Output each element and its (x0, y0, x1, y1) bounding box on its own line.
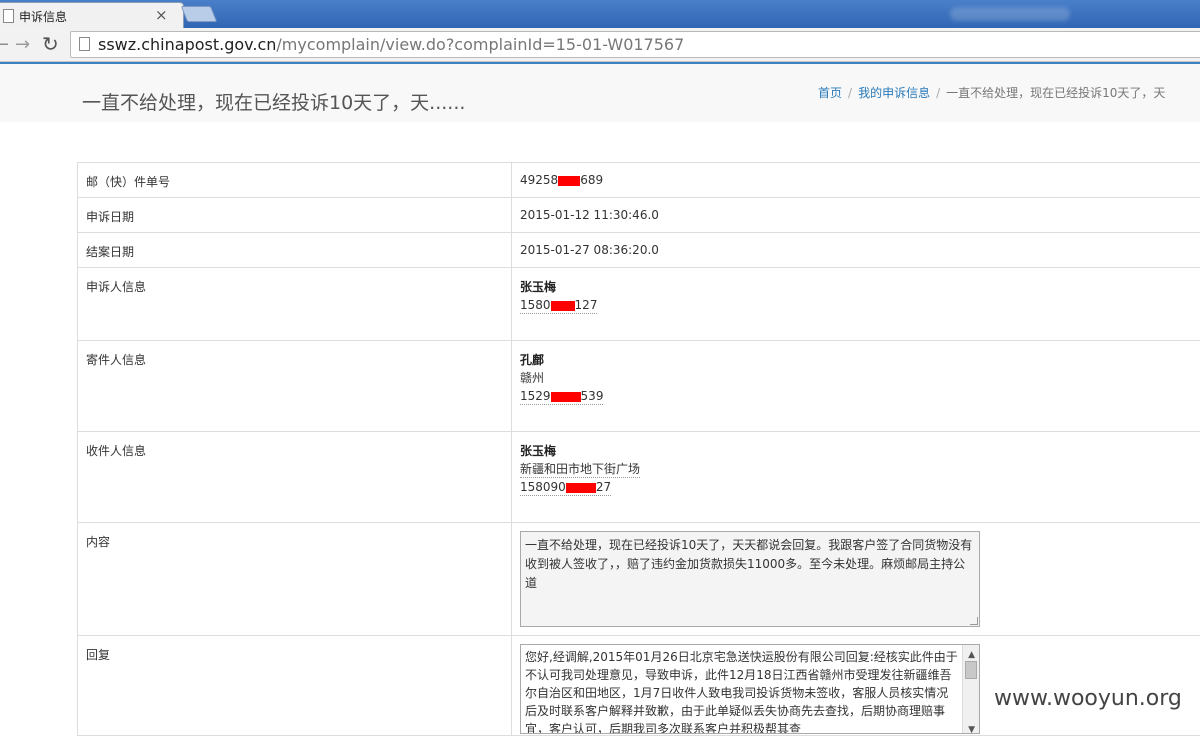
reply-text: 您好,经调解,2015年01月26日北京宅急送快运股份有限公司回复:经核实此件由… (525, 650, 958, 734)
breadcrumb-my-complaints-link[interactable]: 我的申诉信息 (858, 86, 930, 100)
resize-grip-icon[interactable] (970, 617, 978, 625)
sender-city: 赣州 (520, 369, 1200, 387)
redaction-mark (551, 392, 581, 402)
browser-tabstrip: 申诉信息 × (0, 0, 1200, 28)
complainant-phone[interactable]: 1580127 (520, 298, 597, 314)
address-bar[interactable]: sswz.chinapost.gov.cn/mycomplain/view.do… (70, 31, 1200, 58)
complainant-info: 张玉梅 1580127 (512, 268, 1200, 341)
close-tab-icon[interactable]: × (155, 6, 168, 24)
redaction-mark (551, 301, 575, 311)
sender-name: 孔鄜 (520, 351, 1200, 369)
table-row: 申诉人信息 张玉梅 1580127 (78, 268, 1200, 341)
new-tab-button[interactable] (181, 6, 217, 22)
complain-date-value: 2015-01-12 11:30:46.0 (512, 198, 1200, 233)
sender-phone[interactable]: 1529539 (520, 389, 603, 405)
receiver-address: 新疆和田市地下街广场 (520, 462, 640, 478)
scrollbar-thumb[interactable] (965, 661, 977, 679)
browser-toolbar: ← → ↻ sswz.chinapost.gov.cn/mycomplain/v… (0, 28, 1200, 62)
reply-scrollbar[interactable]: ▲ ▼ (962, 645, 979, 734)
breadcrumb-separator: / (848, 86, 852, 100)
reply-label: 回复 (78, 636, 512, 736)
content-textarea[interactable]: 一直不给处理，现在已经投诉10天了，天天都说会回复。我跟客户签了合同货物没有收到… (520, 531, 980, 627)
close-date-value: 2015-01-27 08:36:20.0 (512, 233, 1200, 268)
page-icon (79, 37, 90, 51)
reply-textarea[interactable]: 您好,经调解,2015年01月26日北京宅急送快运股份有限公司回复:经核实此件由… (520, 644, 980, 734)
arrow-right-icon[interactable]: → (15, 34, 30, 55)
address-url[interactable]: sswz.chinapost.gov.cn/mycomplain/view.do… (98, 35, 684, 54)
waybill-value: 49258689 (512, 163, 1200, 198)
content-label: 内容 (78, 523, 512, 636)
breadcrumb-separator: / (936, 86, 940, 100)
complainant-name: 张玉梅 (520, 278, 1200, 296)
complainant-label: 申诉人信息 (78, 268, 512, 341)
arrow-left-icon[interactable]: ← (0, 34, 9, 55)
reload-icon[interactable]: ↻ (42, 32, 59, 56)
table-row: 收件人信息 张玉梅 新疆和田市地下街广场 15809027 (78, 432, 1200, 523)
window-title-area (950, 7, 1070, 21)
sender-info: 孔鄜 赣州 1529539 (512, 341, 1200, 432)
page-header: 一直不给处理，现在已经投诉10天了，天...... 首页 / 我的申诉信息 / 一直不给… (0, 64, 1200, 122)
table-row: 申诉日期 2015-01-12 11:30:46.0 (78, 198, 1200, 233)
receiver-name: 张玉梅 (520, 442, 1200, 460)
breadcrumb: 首页 / 我的申诉信息 / 一直不给处理，现在已经投诉10天了，天 (818, 84, 1165, 101)
breadcrumb-home-link[interactable]: 首页 (818, 86, 842, 100)
content-text: 一直不给处理，现在已经投诉10天了，天天都说会回复。我跟客户签了合同货物没有收到… (525, 538, 972, 590)
table-row: 邮（快）件单号 49258689 (78, 163, 1200, 198)
redaction-mark (558, 176, 580, 186)
redaction-mark (566, 483, 596, 493)
tab-title: 申诉信息 (19, 8, 67, 25)
watermark: www.wooyun.org (990, 686, 1186, 711)
browser-tab[interactable]: 申诉信息 × (0, 2, 184, 28)
complaint-details-table: 邮（快）件单号 49258689 申诉日期 2015-01-12 11:30:4… (77, 162, 1200, 736)
page-icon (3, 9, 14, 23)
receiver-info: 张玉梅 新疆和田市地下街广场 15809027 (512, 432, 1200, 523)
table-row: 结案日期 2015-01-27 08:36:20.0 (78, 233, 1200, 268)
page-title: 一直不给处理，现在已经投诉10天了，天...... (82, 88, 465, 115)
table-row: 寄件人信息 孔鄜 赣州 1529539 (78, 341, 1200, 432)
complain-date-label: 申诉日期 (78, 198, 512, 233)
close-date-label: 结案日期 (78, 233, 512, 268)
receiver-phone[interactable]: 15809027 (520, 480, 611, 496)
waybill-label: 邮（快）件单号 (78, 163, 512, 198)
table-row: 内容 一直不给处理，现在已经投诉10天了，天天都说会回复。我跟客户签了合同货物没… (78, 523, 1200, 636)
receiver-label: 收件人信息 (78, 432, 512, 523)
breadcrumb-current: 一直不给处理，现在已经投诉10天了，天 (946, 86, 1165, 100)
sender-label: 寄件人信息 (78, 341, 512, 432)
content-cell: 一直不给处理，现在已经投诉10天了，天天都说会回复。我跟客户签了合同货物没有收到… (512, 523, 1200, 636)
